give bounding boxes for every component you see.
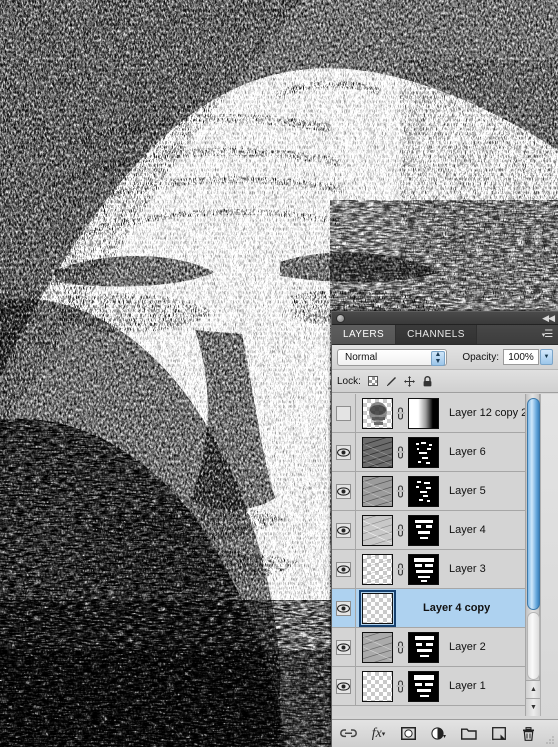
table-row[interactable]: Layer 12 copy 2 — [332, 394, 541, 433]
eye-icon[interactable] — [336, 639, 351, 655]
blend-mode-value: Normal — [345, 351, 378, 363]
eye-icon-off[interactable] — [336, 405, 351, 421]
eye-icon[interactable] — [336, 444, 351, 460]
lock-transparent-pixels-icon[interactable] — [366, 374, 381, 389]
eye-icon[interactable] — [336, 678, 351, 694]
visibility-toggle[interactable] — [332, 667, 356, 705]
lock-image-pixels-icon[interactable] — [384, 374, 399, 389]
layer-name[interactable]: Layer 12 copy 2 — [449, 407, 527, 419]
layer-thumbnail[interactable] — [362, 631, 393, 663]
table-row[interactable]: Layer 4 — [332, 511, 541, 550]
scrollbar-thumb[interactable] — [527, 398, 540, 610]
lock-all-icon[interactable] — [420, 374, 435, 389]
layer-thumbnail[interactable] — [362, 397, 393, 429]
link-mask-icon[interactable] — [394, 406, 407, 420]
opacity-input[interactable]: 100% — [503, 349, 539, 365]
tab-channels[interactable]: CHANNELS — [396, 325, 477, 344]
lock-row[interactable]: Lock: — [332, 370, 558, 393]
layer-thumbnail[interactable] — [359, 589, 396, 627]
layer-name[interactable]: Layer 6 — [449, 446, 486, 458]
opacity-label: Opacity: — [462, 351, 499, 363]
new-group-icon[interactable] — [460, 725, 477, 742]
link-mask-icon[interactable] — [394, 640, 407, 654]
layer-name[interactable]: Layer 5 — [449, 485, 486, 497]
blend-mode-select[interactable]: Normal ▲ ▼ — [337, 348, 447, 366]
visibility-toggle[interactable] — [332, 433, 356, 471]
tab-channels-label: CHANNELS — [407, 329, 465, 340]
scrollbar-arrows[interactable]: ▲ ▼ — [526, 680, 541, 716]
link-mask-icon[interactable] — [394, 562, 407, 576]
layer-style-fx-icon[interactable]: fx ▾ — [370, 725, 387, 742]
eye-icon[interactable] — [336, 522, 351, 538]
link-mask-icon[interactable] — [394, 523, 407, 537]
table-row[interactable]: Layer 2 — [332, 628, 541, 667]
double-chevron-left-icon[interactable]: ◀◀ — [542, 313, 555, 324]
visibility-toggle[interactable] — [332, 511, 356, 549]
visibility-toggle[interactable] — [332, 550, 356, 588]
scroll-down-arrow-icon[interactable]: ▼ — [526, 698, 541, 716]
resize-grip-icon[interactable] — [545, 735, 555, 745]
table-row[interactable]: Layer 5 — [332, 472, 541, 511]
visibility-toggle[interactable] — [332, 628, 356, 666]
add-layer-mask-icon[interactable] — [400, 725, 417, 742]
panel-right-gutter — [540, 394, 558, 716]
window-dot-icon[interactable] — [336, 314, 345, 323]
layer-thumbnail[interactable] — [362, 553, 393, 585]
link-mask-icon[interactable] — [394, 679, 407, 693]
link-mask-icon[interactable] — [394, 484, 407, 498]
visibility-toggle[interactable] — [332, 589, 356, 627]
svg-text:▾: ▾ — [443, 734, 446, 740]
blend-mode-row[interactable]: Normal ▲ ▼ Opacity: 100% ▼ — [332, 345, 558, 370]
layer-thumbnail[interactable] — [362, 475, 393, 507]
adjustment-layer-icon[interactable]: ▾ — [430, 725, 447, 742]
layer-name[interactable]: Layer 1 — [449, 680, 486, 692]
layer-name[interactable]: Layer 4 copy — [423, 602, 490, 614]
table-row[interactable]: Layer 4 copy — [332, 589, 541, 628]
layer-thumbnail[interactable] — [362, 436, 393, 468]
layers-panel-toolbar[interactable]: fx ▾ ▾ — [332, 719, 558, 747]
link-layers-icon[interactable] — [340, 725, 357, 742]
eye-icon[interactable] — [336, 483, 351, 499]
link-mask-icon[interactable] — [394, 445, 407, 459]
tab-strip-filler — [476, 325, 536, 344]
opacity-dropdown-arrow-icon[interactable]: ▼ — [540, 349, 553, 365]
layer-thumbnail[interactable] — [362, 514, 393, 546]
table-row[interactable]: Layer 3 — [332, 550, 541, 589]
lock-position-icon[interactable] — [402, 374, 417, 389]
layer-name[interactable]: Layer 2 — [449, 641, 486, 653]
layer-name[interactable]: Layer 4 — [449, 524, 486, 536]
panel-title-bar[interactable]: ◀◀ — [332, 312, 558, 325]
blend-mode-stepper-icon[interactable]: ▲ ▼ — [431, 350, 445, 366]
layer-thumbnail[interactable] — [362, 670, 393, 702]
layer-mask-thumbnail[interactable] — [408, 475, 439, 507]
scroll-up-arrow-icon[interactable]: ▲ — [526, 680, 541, 698]
layer-mask-thumbnail[interactable] — [408, 631, 439, 663]
layer-mask-thumbnail[interactable] — [408, 397, 439, 429]
layers-panel[interactable]: ◀◀ LAYERS CHANNELS ▾ ☰ Normal ▲ ▼ Opacity:… — [331, 311, 558, 747]
layer-list[interactable]: Layer 12 copy 2 Layer 6 Layer 5 Layer 4 … — [332, 394, 541, 716]
eye-icon[interactable] — [336, 600, 351, 616]
visibility-toggle[interactable] — [332, 472, 356, 510]
lock-label: Lock: — [337, 375, 361, 387]
scrollbar-track-empty[interactable] — [527, 612, 540, 680]
visibility-toggle[interactable] — [332, 394, 356, 432]
table-row[interactable]: Layer 1 — [332, 667, 541, 706]
layer-mask-thumbnail[interactable] — [408, 553, 439, 585]
table-row[interactable]: Layer 6 — [332, 433, 541, 472]
layer-list-scrollbar[interactable]: ▲ ▼ — [525, 394, 541, 716]
tab-layers[interactable]: LAYERS — [332, 325, 397, 344]
tab-layers-label: LAYERS — [343, 329, 385, 340]
layer-mask-thumbnail[interactable] — [408, 436, 439, 468]
panel-menu-icon[interactable]: ▾ ☰ — [536, 325, 558, 344]
layer-mask-thumbnail[interactable] — [408, 670, 439, 702]
panel-tab-strip[interactable]: LAYERS CHANNELS ▾ ☰ — [332, 325, 558, 345]
new-layer-icon[interactable] — [490, 725, 507, 742]
layer-mask-thumbnail[interactable] — [408, 514, 439, 546]
layer-name[interactable]: Layer 3 — [449, 563, 486, 575]
delete-layer-trash-icon[interactable] — [520, 725, 537, 742]
eye-icon[interactable] — [336, 561, 351, 577]
